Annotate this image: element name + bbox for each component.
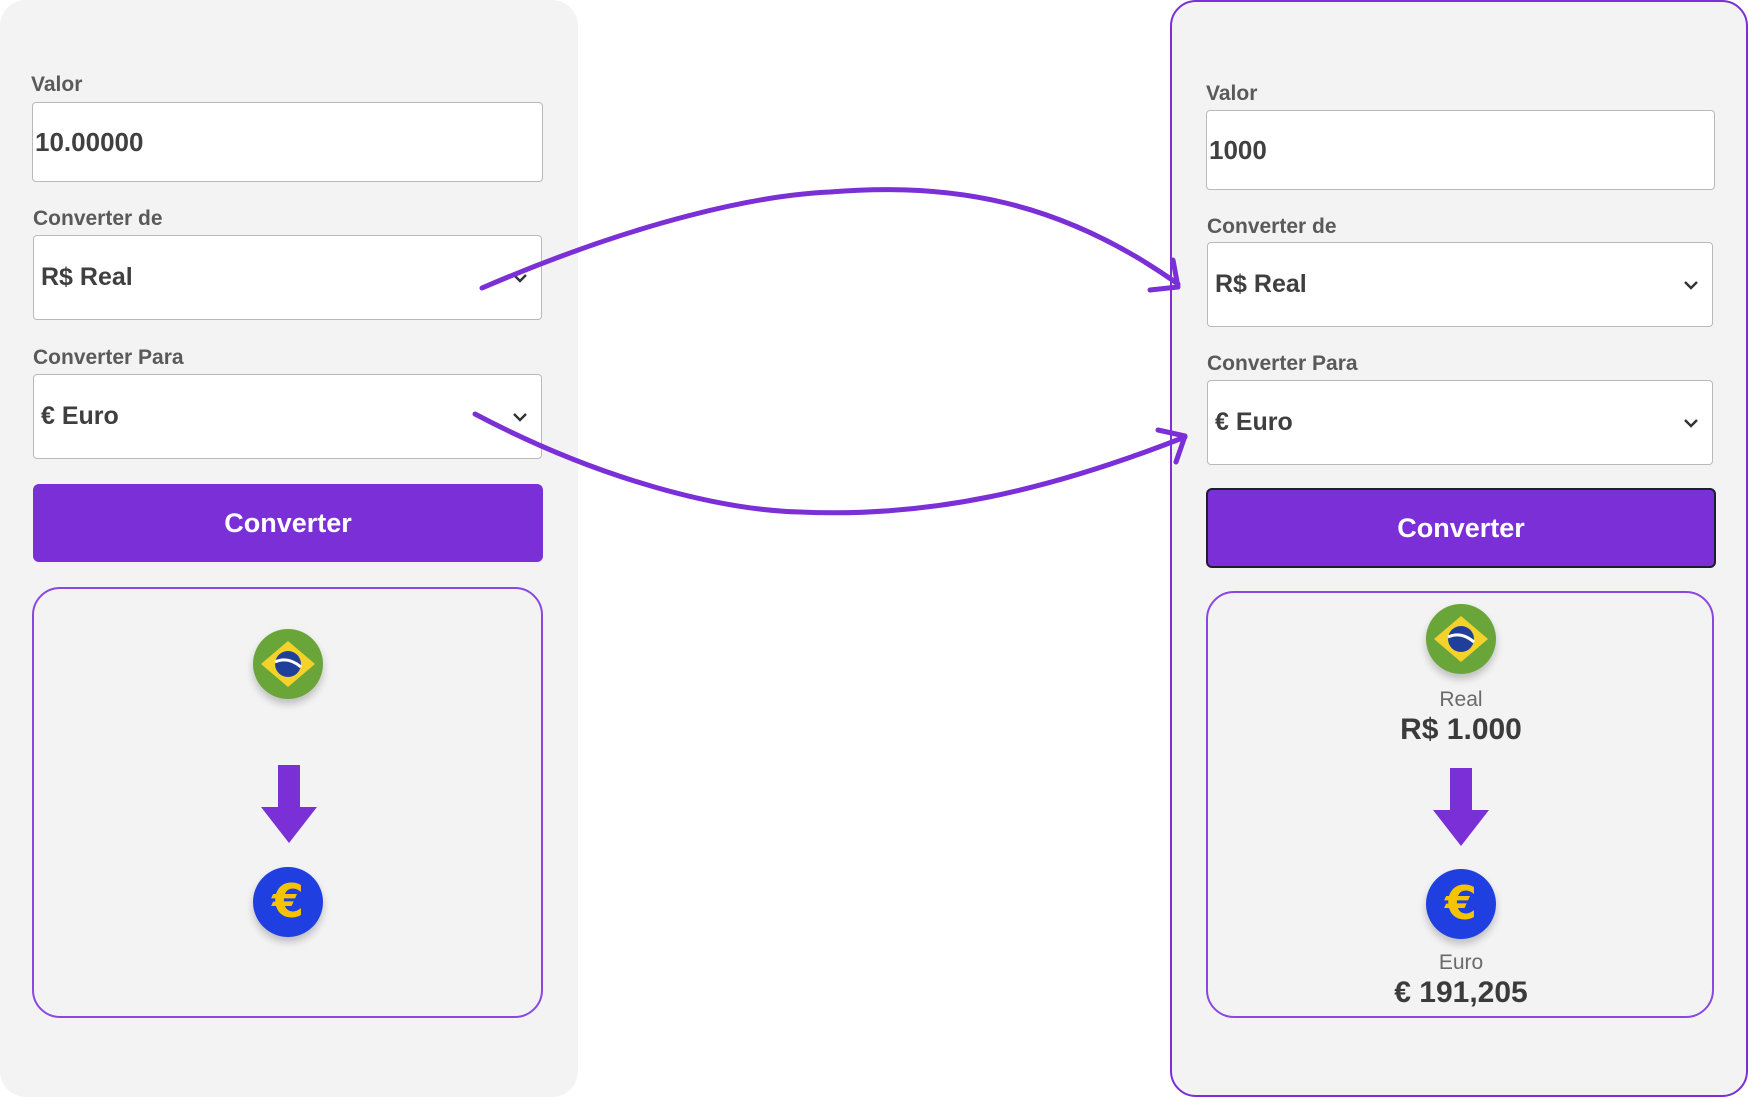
from-currency-name: Real [1439, 688, 1483, 711]
from-currency-amount: R$ 1.000 [1400, 713, 1522, 746]
converter-panel-left: Valor 10.00000 Converter de R$ Real Conv… [0, 0, 578, 1097]
converter-para-select[interactable]: € Euro [1207, 380, 1713, 465]
converter-button[interactable]: Converter [1206, 488, 1716, 568]
chevron-down-icon [1682, 276, 1700, 294]
converter-de-select[interactable]: R$ Real [33, 235, 542, 320]
connector-arrow-icon [479, 187, 1181, 293]
valor-label: Valor [1206, 82, 1258, 105]
converter-para-select[interactable]: € Euro [33, 374, 542, 459]
chevron-down-icon [511, 408, 529, 426]
brazil-flag-icon [1426, 604, 1496, 674]
svg-text:€: € [271, 874, 304, 928]
converter-button[interactable]: Converter [33, 484, 543, 562]
converter-de-label: Converter de [1207, 215, 1337, 238]
svg-text:€: € [1444, 876, 1477, 930]
converter-panel-right: Valor 1000 Converter de R$ Real Converte… [1170, 0, 1748, 1097]
euro-flag-icon: € [1426, 869, 1496, 939]
to-currency-amount: € 191,205 [1394, 976, 1528, 1009]
connector-arrow-icon [472, 411, 1188, 516]
chevron-down-icon [1682, 414, 1700, 432]
converter-de-label: Converter de [33, 207, 163, 230]
valor-input-value: 10.00000 [35, 126, 144, 157]
to-currency-name: Euro [1438, 951, 1484, 974]
brazil-flag-icon [253, 629, 323, 699]
valor-input[interactable]: 1000 [1206, 110, 1715, 190]
result-card: € [32, 587, 543, 1018]
converter-de-selected: R$ Real [41, 263, 133, 291]
converter-para-label: Converter Para [1207, 352, 1358, 375]
euro-flag-icon: € [253, 867, 323, 937]
valor-input[interactable]: 10.00000 [32, 102, 543, 182]
valor-label: Valor [31, 73, 83, 96]
converter-para-label: Converter Para [33, 346, 184, 369]
valor-input-value: 1000 [1209, 134, 1267, 165]
converter-para-selected: € Euro [1215, 408, 1293, 436]
converter-de-select[interactable]: R$ Real [1207, 242, 1713, 327]
converter-de-selected: R$ Real [1215, 270, 1307, 298]
converter-para-selected: € Euro [41, 402, 119, 430]
down-arrow-icon [1433, 768, 1489, 848]
down-arrow-icon [261, 765, 317, 845]
result-card: Real R$ 1.000 € Euro € 191,205 [1206, 591, 1714, 1018]
chevron-down-icon [511, 269, 529, 287]
